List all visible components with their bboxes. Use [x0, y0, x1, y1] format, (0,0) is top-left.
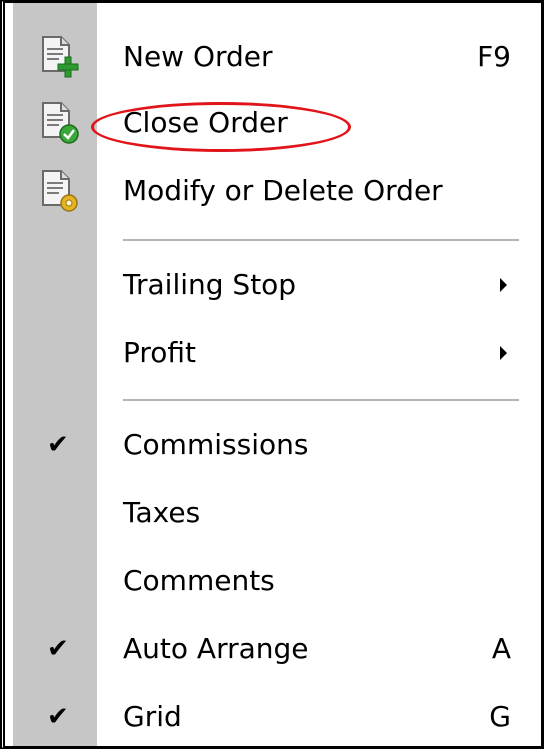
highlight-ellipse-annotation — [91, 102, 351, 152]
menu-item-label: Grid — [123, 700, 182, 733]
context-menu: New Order F9 Close Order Modify or Delet… — [0, 0, 544, 749]
menu-item-label: Comments — [123, 564, 275, 597]
menu-item-label: Taxes — [123, 496, 201, 529]
menu-item-label: Profit — [123, 336, 197, 369]
menu-item-shortcut: G — [489, 700, 511, 733]
menu-item-label: Modify or Delete Order — [123, 174, 443, 207]
menu-item-taxes[interactable]: Taxes — [5, 481, 541, 545]
menu-item-shortcut: A — [491, 632, 511, 665]
menu-item-auto-arrange[interactable]: ✔ Auto Arrange A — [5, 617, 541, 681]
submenu-arrow-icon — [500, 278, 507, 292]
menu-separator — [123, 239, 519, 242]
menu-item-trailing-stop[interactable]: Trailing Stop — [5, 253, 541, 317]
close-order-icon — [42, 102, 79, 144]
checkmark-icon: ✔ — [47, 634, 69, 664]
menu-item-label: Commissions — [123, 428, 309, 461]
menu-item-modify-order[interactable]: Modify or Delete Order — [5, 159, 541, 223]
new-order-icon — [42, 36, 79, 78]
submenu-arrow-icon — [500, 346, 507, 360]
modify-order-icon — [42, 170, 78, 212]
menu-item-label: Trailing Stop — [123, 268, 297, 301]
menu-item-commissions[interactable]: ✔ Commissions — [5, 413, 541, 477]
checkmark-icon: ✔ — [47, 430, 69, 460]
menu-item-profit[interactable]: Profit — [5, 321, 541, 385]
menu-item-comments[interactable]: Comments — [5, 549, 541, 613]
menu-item-shortcut: F9 — [477, 40, 511, 73]
menu-item-new-order[interactable]: New Order F9 — [5, 25, 541, 89]
checkmark-icon: ✔ — [47, 702, 69, 732]
menu-separator — [123, 399, 519, 402]
menu-item-label: Auto Arrange — [123, 632, 309, 665]
menu-item-grid[interactable]: ✔ Grid G — [5, 685, 541, 749]
menu-item-label: New Order — [123, 40, 273, 73]
